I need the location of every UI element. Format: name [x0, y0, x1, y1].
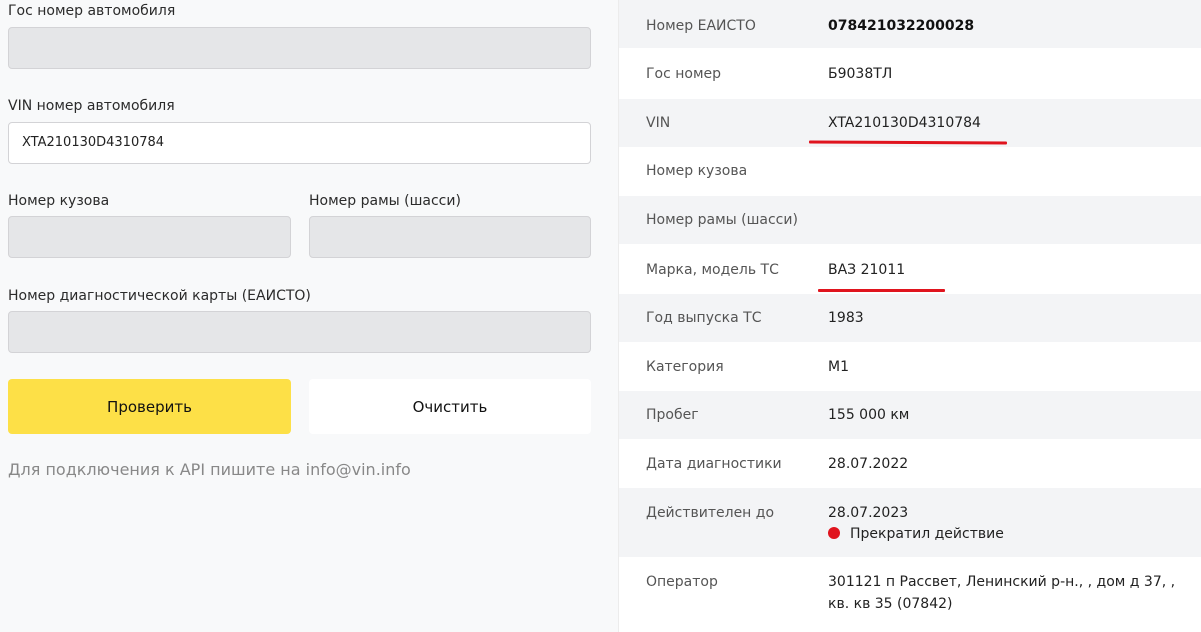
body-number-input[interactable] [8, 216, 291, 258]
row-value-line2: кв. кв 35 (07842) [828, 596, 953, 612]
check-form: Гос номер автомобиля VIN номер автомобил… [0, 0, 600, 632]
row-value: 28.07.2022 [828, 456, 909, 472]
result-row-model: Марка, модель ТС ВАЗ 21011 [619, 244, 1201, 294]
result-row-mileage: Пробег 155 000 км [619, 391, 1201, 439]
row-value: M1 [828, 359, 849, 375]
api-note: Для подключения к API пишите на info@vin… [8, 460, 411, 479]
result-row-category: Категория M1 [619, 342, 1201, 391]
row-key: Марка, модель ТС [646, 262, 779, 278]
plate-label: Гос номер автомобиля [8, 3, 176, 19]
model-annotation-underline [818, 289, 945, 292]
row-key: Оператор [646, 574, 718, 590]
result-row-year: Год выпуска ТС 1983 [619, 294, 1201, 342]
frame-number-input[interactable] [309, 216, 591, 258]
row-key: Год выпуска ТС [646, 310, 762, 326]
result-row-frame: Номер рамы (шасси) [619, 196, 1201, 244]
row-value: 078421032200028 [828, 18, 975, 34]
row-key: Номер рамы (шасси) [646, 212, 798, 228]
plate-input[interactable] [8, 27, 591, 69]
row-key: VIN [646, 115, 671, 131]
row-key: Номер кузова [646, 163, 748, 179]
row-value: 1983 [828, 310, 864, 326]
row-key: Категория [646, 359, 724, 375]
row-key: Номер ЕАИСТО [646, 18, 756, 34]
row-value: 301121 п Рассвет, Ленинский р-н., , дом … [828, 574, 1176, 590]
result-row-eaisto: Номер ЕАИСТО 078421032200028 [619, 0, 1201, 48]
check-button[interactable]: Проверить [8, 379, 291, 434]
body-number-label: Номер кузова [8, 193, 110, 209]
vin-annotation-underline [808, 140, 1008, 145]
vin-input[interactable]: XTA210130D4310784 [8, 122, 591, 164]
result-row-diag-date: Дата диагностики 28.07.2022 [619, 439, 1201, 488]
row-value: Б9038ТЛ [828, 66, 893, 82]
row-value: XTA210130D4310784 [828, 115, 981, 131]
diag-card-label: Номер диагностической карты (ЕАИСТО) [8, 288, 311, 304]
vin-label: VIN номер автомобиля [8, 98, 175, 114]
status-line: Прекратил действие [828, 526, 1004, 542]
row-key: Гос номер [646, 66, 722, 82]
result-row-vin: VIN XTA210130D4310784 [619, 99, 1201, 147]
status-dot-icon [828, 527, 840, 539]
result-row-plate: Гос номер Б9038ТЛ [619, 48, 1201, 99]
result-table: Номер ЕАИСТО 078421032200028 Гос номер Б… [618, 0, 1201, 632]
result-row-operator: Оператор 301121 п Рассвет, Ленинский р-н… [619, 557, 1201, 632]
clear-button[interactable]: Очистить [309, 379, 591, 434]
row-key: Пробег [646, 407, 699, 423]
result-row-valid-until: Действителен до 28.07.2023 Прекратил дей… [619, 488, 1201, 557]
row-value: ВАЗ 21011 [828, 262, 906, 278]
row-value: 155 000 км [828, 407, 910, 423]
row-key: Дата диагностики [646, 456, 782, 472]
row-value: 28.07.2023 [828, 505, 909, 521]
diag-card-input[interactable] [8, 311, 591, 353]
frame-number-label: Номер рамы (шасси) [309, 193, 461, 209]
row-key: Действителен до [646, 505, 775, 521]
result-row-body: Номер кузова [619, 147, 1201, 196]
status-text: Прекратил действие [850, 526, 1004, 542]
